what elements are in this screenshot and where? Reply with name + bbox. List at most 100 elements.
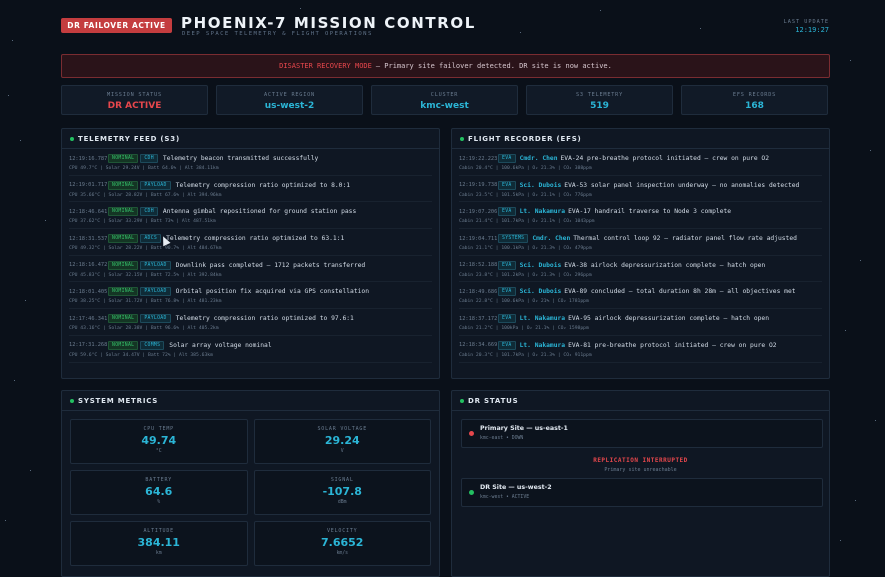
- metric-unit: °C: [155, 449, 162, 454]
- crew-member: Sci. Dubois: [519, 181, 562, 189]
- row-detail: Cabin 23.5°C | 101.5kPa | O₂ 21.1% | CO₂…: [459, 192, 592, 198]
- page-subtitle: DEEP SPACE TELEMETRY & FLIGHT OPERATIONS: [182, 31, 373, 37]
- table-row[interactable]: 12:17:46.341 NOMINAL PAYLOAD Telemetry comp…: [69, 309, 432, 336]
- row-detail: CPU 59.6°C | Solar 34.47V | Batt 72% | A…: [69, 352, 213, 358]
- row-message: Thermal control loop 92 — radiator panel…: [573, 235, 797, 243]
- stat-label: ACTIVE REGION: [263, 92, 315, 98]
- stats-bar: MISSION STATUS DR ACTIVE ACTIVE REGION us-w…: [61, 85, 828, 115]
- table-row[interactable]: 12:18:37.172 EVA Lt. Nakamura EVA-95 airloc…: [459, 309, 822, 336]
- crew-member: Lt. Nakamura: [519, 315, 566, 323]
- row-message: EVA-89 concluded — total duration 8h 28m…: [564, 288, 796, 296]
- table-row[interactable]: 12:19:16.787 NOMINAL CDH Telemetry beacon t…: [69, 149, 432, 176]
- status-badge: NOMINAL: [108, 314, 139, 324]
- metric-unit: km/s: [336, 551, 349, 556]
- row-timestamp: 12:18:31.537: [69, 235, 108, 242]
- metric-card: VELOCITY 7.6652 km/s: [253, 521, 431, 566]
- row-detail: Cabin 20.4°C | 100.6kPa | O₂ 21.3% | CO₂…: [459, 166, 592, 171]
- status-badge: NOMINAL: [108, 154, 139, 163]
- row-main: 12:18:49.686 EVA Sci. Dubois EVA-89 conclud…: [459, 287, 822, 297]
- flight-recorder-title: FLIGHT RECORDER (EFS): [468, 134, 582, 143]
- row-detail: CPU 43.16°C | Solar 28.38V | Batt 96.6% …: [69, 326, 219, 332]
- row-detail: Cabin 20.3°C | 101.7kPa | O₂ 21.3% | CO₂…: [459, 352, 592, 358]
- star: [20, 140, 21, 141]
- metric-unit: dBm: [337, 500, 347, 505]
- telemetry-feed-list[interactable]: 12:19:16.787 NOMINAL CDH Telemetry beacon t…: [62, 149, 439, 363]
- table-row[interactable]: 12:18:34.669 EVA Lt. Nakamura EVA-81 pre-br…: [459, 336, 822, 363]
- table-row[interactable]: 12:19:01.717 NOMINAL PAYLOAD Telemetry comp…: [69, 176, 432, 203]
- table-row[interactable]: 12:19:22.223 EVA Cmdr. Chen EVA-24 pre-brea…: [459, 149, 822, 176]
- row-message: Solar array voltage nominal: [169, 341, 272, 349]
- status-badge: NOMINAL: [108, 287, 139, 297]
- row-message: EVA-38 airlock depressurization complete…: [564, 261, 766, 269]
- stat-card: S3 TELEMETRY 519: [526, 85, 673, 115]
- table-row[interactable]: 12:18:52.188 EVA Sci. Dubois EVA-38 airlock…: [459, 256, 822, 283]
- last-update-value: 12:19:27: [795, 26, 829, 34]
- site-active-indicator-icon: [469, 490, 474, 495]
- stat-label: MISSION STATUS: [107, 92, 162, 98]
- row-detail: CPU 38.25°C | Solar 31.72V | Batt 76.8% …: [69, 299, 222, 305]
- status-badge: NOMINAL: [108, 180, 139, 190]
- dr-status-title: DR STATUS: [468, 396, 519, 405]
- star: [12, 40, 13, 41]
- primary-site-card[interactable]: Primary Site — us-east-1 kmc-east • DOWN: [461, 419, 823, 448]
- table-row[interactable]: 12:19:19.738 EVA Sci. Dubois EVA-53 solar p…: [459, 176, 822, 203]
- row-detail: Cabin 21.2°C | 100kPa | O₂ 21.1% | CO₂ 1…: [459, 326, 589, 332]
- dr-site-card[interactable]: DR Site — us-west-2 kmc-west • ACTIVE: [461, 478, 823, 507]
- stat-value: kmc-west: [420, 101, 469, 111]
- row-timestamp: 12:18:37.172: [459, 315, 498, 322]
- status-dot-icon: [460, 398, 464, 403]
- row-main: 12:18:46.641 NOMINAL CDH Antenna gimbal rep…: [69, 207, 432, 217]
- table-row[interactable]: 12:17:31.268 NOMINAL COMMS Solar array volt…: [69, 336, 432, 363]
- stat-label: EFS RECORDS: [732, 92, 777, 98]
- table-row[interactable]: 12:18:31.537 NOMINAL ADCS Telemetry compres…: [69, 229, 432, 256]
- row-main: 12:19:07.206 EVA Lt. Nakamura EVA-17 handra…: [459, 207, 822, 217]
- star: [45, 220, 46, 221]
- metric-card: SIGNAL -107.8 dBm: [253, 470, 431, 515]
- crew-member: Lt. Nakamura: [519, 341, 566, 349]
- table-row[interactable]: 12:19:04.711 SYSTEMS Cmdr. Chen Thermal con…: [459, 229, 822, 256]
- table-row[interactable]: 12:19:07.206 EVA Lt. Nakamura EVA-17 handra…: [459, 202, 822, 230]
- table-row[interactable]: 12:18:16.472 NOMINAL PAYLOAD Downlink pass …: [69, 256, 432, 283]
- dr-alert-banner: DISASTER RECOVERY MODE — Primary site fa…: [61, 54, 830, 78]
- star: [25, 300, 26, 301]
- flight-recorder-list[interactable]: 12:19:22.223 EVA Cmdr. Chen EVA-24 pre-brea…: [452, 149, 829, 363]
- dr-site-status: kmc-west • ACTIVE: [480, 495, 530, 500]
- row-timestamp: 12:19:22.223: [459, 155, 498, 162]
- status-dot-icon: [70, 398, 74, 403]
- star: [5, 520, 6, 521]
- stat-card: MISSION STATUS DR ACTIVE: [61, 85, 208, 115]
- category-badge: SYSTEMS: [498, 234, 529, 244]
- table-row[interactable]: 12:18:01.405 NOMINAL PAYLOAD Orbital positi…: [69, 282, 432, 310]
- row-message: EVA-53 solar panel inspection underway —…: [564, 181, 800, 189]
- row-message: Antenna gimbal repositioned for ground s…: [162, 208, 357, 216]
- telemetry-feed-header: TELEMETRY FEED (S3): [62, 129, 439, 149]
- primary-site-status: kmc-east • DOWN: [480, 436, 524, 441]
- stat-card: ACTIVE REGION us-west-2: [216, 85, 363, 115]
- row-timestamp: 12:19:19.738: [459, 182, 498, 189]
- primary-site-name: Primary Site — us-east-1: [480, 425, 568, 432]
- metrics-grid: CPU TEMP 49.74 °C SOLAR VOLTAGE 29.24 V BATTER…: [70, 419, 431, 566]
- status-dot-icon: [460, 136, 464, 141]
- star: [860, 260, 861, 261]
- row-detail: CPU 49.7°C | Solar 29.24V | Batt 64.6% |…: [69, 166, 219, 171]
- metric-label: ALTITUDE: [143, 528, 174, 534]
- table-row[interactable]: 12:18:49.686 EVA Sci. Dubois EVA-89 conclud…: [459, 282, 822, 310]
- telemetry-feed-title: TELEMETRY FEED (S3): [78, 134, 180, 143]
- dr-status-panel: DR STATUS Primary Site — us-east-1 kmc-e…: [451, 390, 830, 577]
- row-detail: CPU 45.83°C | Solar 32.15V | Batt 72.5% …: [69, 272, 222, 278]
- subsystem-badge: ADCS: [140, 234, 162, 244]
- subsystem-badge: COMMS: [140, 340, 165, 350]
- metric-value: 29.24: [324, 434, 360, 447]
- crew-member: Sci. Dubois: [519, 288, 562, 296]
- metric-card: SOLAR VOLTAGE 29.24 V: [253, 419, 431, 464]
- star: [875, 420, 876, 421]
- stat-value: DR ACTIVE: [107, 101, 162, 111]
- metric-unit: %: [157, 500, 161, 505]
- metric-card: BATTERY 64.6%: [70, 470, 248, 515]
- row-timestamp: 12:19:07.206: [459, 208, 498, 215]
- flight-recorder-header: FLIGHT RECORDER (EFS): [452, 129, 829, 149]
- table-row[interactable]: 12:18:46.641 NOMINAL CDH Antenna gimbal rep…: [69, 202, 432, 230]
- row-detail: Cabin 21.1°C | 100.1kPa | O₂ 21.3% | CO₂…: [459, 246, 592, 252]
- crew-member: Sci. Dubois: [519, 261, 562, 269]
- subsystem-badge: PAYLOAD: [140, 314, 171, 324]
